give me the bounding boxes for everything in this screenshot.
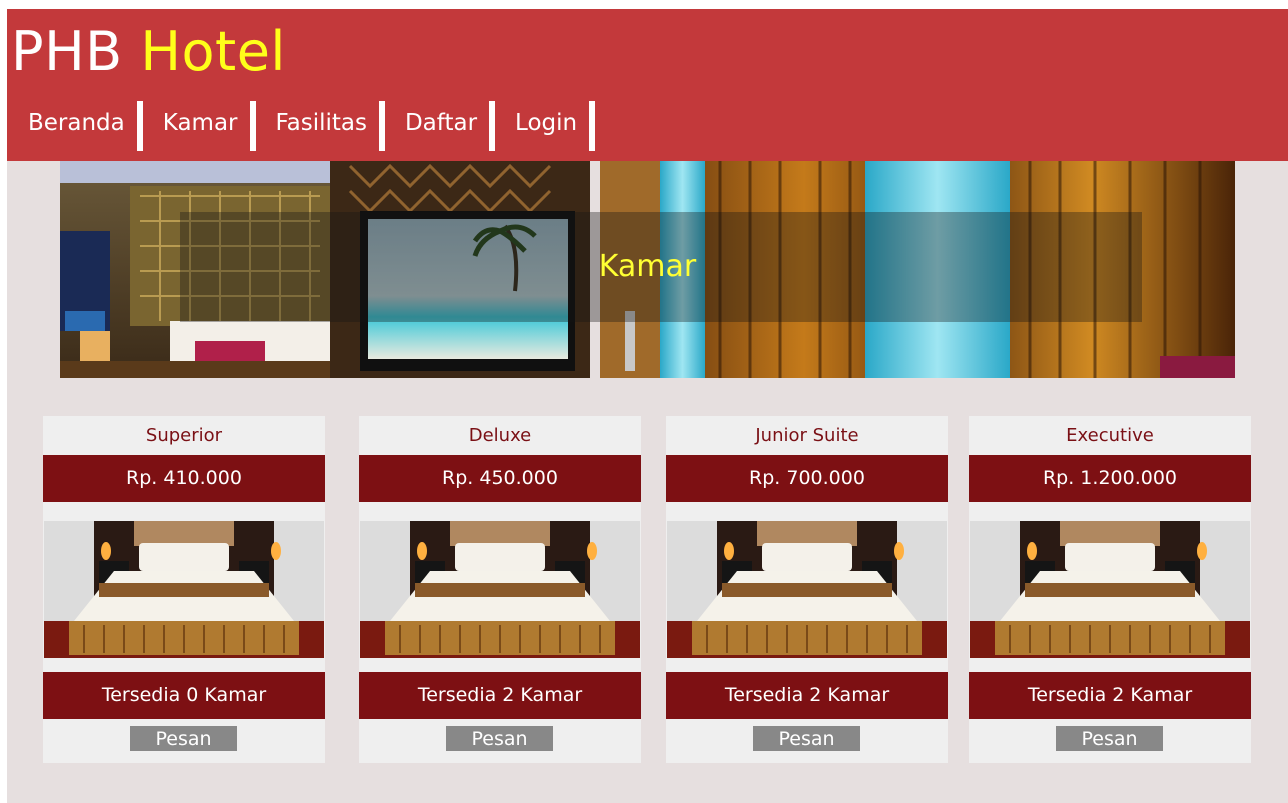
room-price: Rp. 410.000 (43, 455, 325, 502)
pesan-button[interactable]: Pesan (130, 726, 237, 751)
room-price: Rp. 700.000 (666, 455, 948, 502)
hero-title: Kamar (598, 249, 697, 284)
room-card-deluxe: Deluxe Rp. 450.000 Tersedia 2 Kamar Pesa… (359, 416, 641, 763)
room-price: Rp. 450.000 (359, 455, 641, 502)
room-name: Deluxe (468, 425, 532, 446)
room-card-superior: Superior Rp. 410.000 Tersedia 0 Kamar Pe… (43, 416, 325, 763)
page: PHB Hotel Beranda Kamar Fasilitas Daftar… (7, 9, 1288, 803)
room-photo (44, 521, 324, 658)
brand-name-part2: Hotel (140, 20, 286, 83)
nav-item-kamar[interactable]: Kamar (143, 101, 256, 151)
room-availability: Tersedia 2 Kamar (969, 672, 1251, 719)
nav-item-fasilitas[interactable]: Fasilitas (256, 101, 385, 151)
room-name: Superior (145, 425, 223, 446)
room-card-junior-suite: Junior Suite Rp. 700.000 Tersedia 2 Kama… (666, 416, 948, 763)
room-photo (667, 521, 947, 658)
pesan-button[interactable]: Pesan (753, 726, 860, 751)
bed-image (667, 521, 947, 658)
room-photo (360, 521, 640, 658)
hero-banner: Kamar (60, 161, 1235, 378)
room-name: Junior Suite (755, 425, 859, 446)
room-availability: Tersedia 2 Kamar (359, 672, 641, 719)
bed-image (44, 521, 324, 658)
room-name: Executive (1066, 425, 1154, 446)
room-list: Superior Rp. 410.000 Tersedia 0 Kamar Pe… (7, 416, 1288, 764)
room-card-executive: Executive Rp. 1.200.000 Tersedia 2 Kamar… (969, 416, 1251, 763)
room-price: Rp. 1.200.000 (969, 455, 1251, 502)
nav-item-login[interactable]: Login (495, 101, 596, 151)
pesan-button[interactable]: Pesan (1056, 726, 1163, 751)
room-availability: Tersedia 2 Kamar (666, 672, 948, 719)
brand-name-part1: PHB (11, 20, 123, 83)
nav-item-beranda[interactable]: Beranda (7, 101, 143, 151)
site-logo[interactable]: PHB Hotel (11, 17, 286, 87)
room-availability: Tersedia 0 Kamar (43, 672, 325, 719)
nav-item-daftar[interactable]: Daftar (385, 101, 496, 151)
pesan-button[interactable]: Pesan (446, 726, 553, 751)
bed-image (970, 521, 1250, 658)
site-header: PHB Hotel Beranda Kamar Fasilitas Daftar… (7, 9, 1288, 161)
main-nav: Beranda Kamar Fasilitas Daftar Login (7, 101, 596, 151)
bed-image (360, 521, 640, 658)
room-photo (970, 521, 1250, 658)
